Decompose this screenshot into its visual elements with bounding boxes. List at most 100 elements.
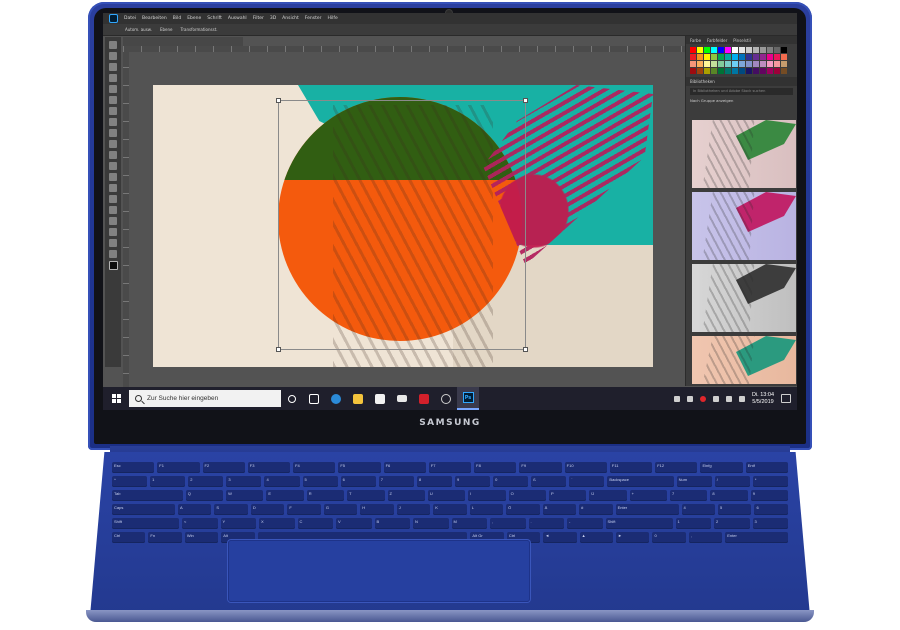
key[interactable]: O [508,490,546,501]
key[interactable]: 9 [454,476,491,487]
start-button[interactable] [103,387,129,410]
color-swatch[interactable] [746,61,752,67]
gradient-tool-icon[interactable] [109,162,117,170]
color-swatch[interactable] [697,61,703,67]
network-icon[interactable] [686,395,693,402]
color-swatch[interactable] [760,47,766,53]
color-swatch[interactable] [690,47,696,53]
libraries-group-dropdown[interactable]: Nach Gruppe anzeigen [686,97,797,104]
key[interactable]: F [287,504,321,515]
color-swatch[interactable] [718,61,724,67]
color-swatch[interactable] [697,47,703,53]
color-swatch[interactable] [704,54,710,60]
mcafee-button[interactable] [413,387,435,410]
color-swatch[interactable] [732,47,738,53]
key[interactable]: M [451,518,487,529]
key[interactable]: # [579,504,613,515]
key[interactable]: A [177,504,212,515]
key[interactable]: Ö [506,504,540,515]
key[interactable]: F6 [383,462,426,473]
key[interactable]: Enter [615,504,679,515]
foreground-color-swatch[interactable] [108,261,118,270]
pen-tool-icon[interactable] [109,195,117,203]
volume-icon[interactable] [738,395,745,402]
healing-brush-tool-icon[interactable] [109,107,117,115]
library-thumbnail[interactable] [692,336,796,384]
security-icon[interactable] [699,395,706,402]
key[interactable]: - [567,518,603,529]
wifi-icon[interactable] [725,395,732,402]
key[interactable]: 0 [493,476,529,487]
key[interactable]: 2 [188,476,224,487]
key[interactable]: Fn [148,532,182,543]
settings-button[interactable] [435,387,457,410]
hand-tool-icon[interactable] [109,239,117,247]
key[interactable]: J [396,504,431,515]
key[interactable]: 1 [675,518,711,529]
color-swatch[interactable] [732,68,738,74]
transform-controls-option[interactable]: Transformationsst. [181,27,218,32]
photoshop-taskbar-button[interactable]: Ps [457,387,479,410]
key[interactable]: 3 [752,518,788,529]
key[interactable]: U [427,490,466,501]
color-swatch[interactable] [725,47,731,53]
key[interactable]: 8 [710,490,748,501]
key[interactable]: ▲ [579,532,614,543]
color-swatch[interactable] [760,61,766,67]
edge-button[interactable] [325,387,347,410]
key[interactable]: N [413,518,449,529]
tab-swatches[interactable]: Farbfelder [707,38,727,43]
stamp-tool-icon[interactable] [109,129,117,137]
color-swatch[interactable] [718,68,724,74]
color-swatch[interactable] [753,47,759,53]
color-swatch[interactable] [690,54,696,60]
menu-window[interactable]: Fenster [305,16,322,21]
key[interactable]: P [548,490,587,501]
document-tab[interactable] [123,37,243,46]
chevron-up-icon[interactable] [673,395,680,402]
transform-bounding-box[interactable] [276,98,528,352]
color-swatch[interactable] [704,61,710,67]
libraries-panel-title[interactable]: Bibliotheken [686,77,797,86]
color-swatch[interactable] [781,54,787,60]
color-swatch[interactable] [774,68,780,74]
transform-handle[interactable] [276,347,281,352]
layer-dropdown[interactable]: Ebene [160,27,173,32]
key[interactable]: Enter [725,532,789,543]
color-swatch[interactable] [753,61,759,67]
lasso-tool-icon[interactable] [109,63,117,71]
color-swatch[interactable] [725,61,731,67]
key[interactable]: R [306,490,345,501]
marquee-tool-icon[interactable] [109,52,117,60]
color-swatch[interactable] [704,68,710,74]
key[interactable]: Win [184,532,219,543]
color-swatch[interactable] [690,61,696,67]
key[interactable]: 9 [750,490,789,501]
key[interactable]: X [259,518,295,529]
color-swatch[interactable] [760,54,766,60]
color-swatch[interactable] [711,61,717,67]
key[interactable]: + [629,490,668,501]
key[interactable]: Z [387,490,425,501]
auto-select-option[interactable]: Autom. ausw. [125,27,152,32]
swatch-grid[interactable] [690,47,793,74]
key[interactable]: C [297,518,333,529]
crop-tool-icon[interactable] [109,85,117,93]
color-swatch[interactable] [781,47,787,53]
color-swatch[interactable] [774,54,780,60]
library-thumbnail[interactable] [692,120,796,188]
dodge-tool-icon[interactable] [109,184,117,192]
key[interactable]: Ü [589,490,627,501]
trackpad[interactable] [228,540,530,602]
menu-3d[interactable]: 3D [270,16,276,21]
key[interactable]: F4 [293,462,336,473]
key[interactable]: Shift [605,518,673,529]
move-tool-icon[interactable] [109,41,117,49]
key[interactable]: 0 [652,532,686,543]
key[interactable]: Shift [112,518,179,529]
key[interactable]: 6 [754,504,788,515]
key[interactable]: ß [531,476,567,487]
key[interactable]: Caps [112,504,175,515]
key[interactable]: D [250,504,285,515]
color-swatch[interactable] [739,61,745,67]
